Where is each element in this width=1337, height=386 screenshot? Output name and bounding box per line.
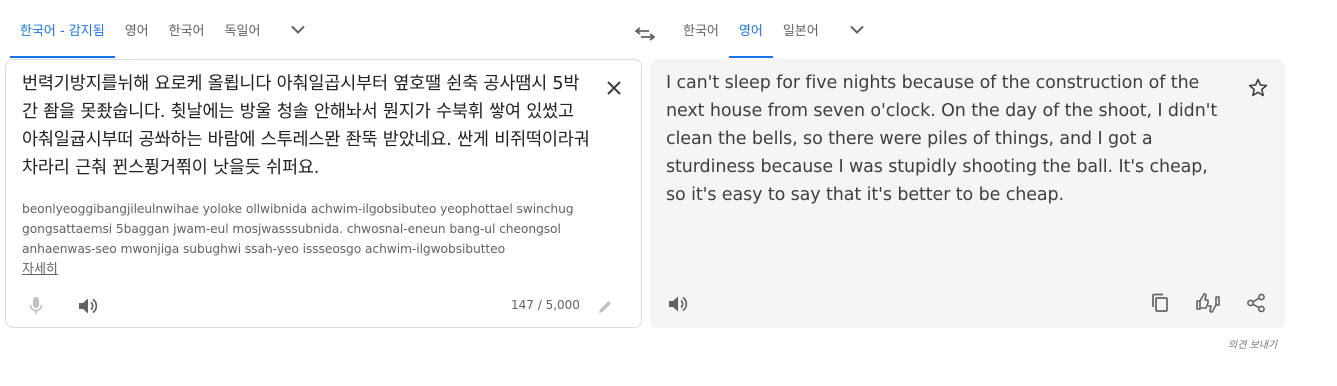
- swap-languages-button[interactable]: [629, 20, 661, 48]
- tab-korean-detected[interactable]: 한국어 - 감지됨: [10, 0, 115, 58]
- translation-panel: I can't sleep for five nights because of…: [650, 59, 1285, 328]
- save-translation-button[interactable]: [1244, 73, 1272, 101]
- tab-german-source[interactable]: 독일어: [215, 0, 271, 58]
- tab-english-source[interactable]: 영어: [115, 0, 159, 58]
- source-text-input[interactable]: 번력기방지를뉘해 요로케 올룁니다 아춰일곱시부터 옆호땔 쉰축 공사땜시 5박…: [22, 70, 592, 182]
- target-language-more-button[interactable]: [837, 0, 877, 58]
- source-toolbar: [22, 292, 102, 320]
- rate-icon: [1196, 293, 1220, 313]
- mic-button[interactable]: [22, 292, 50, 320]
- source-listen-button[interactable]: [74, 292, 102, 320]
- tab-korean-source[interactable]: 한국어: [159, 0, 215, 58]
- copy-translation-button[interactable]: [1146, 289, 1174, 317]
- character-count: 147 / 5,000: [511, 298, 580, 312]
- speaker-icon: [669, 296, 688, 312]
- share-icon: [1247, 293, 1265, 313]
- translation-output: I can't sleep for five nights because of…: [666, 73, 1218, 205]
- more-link[interactable]: 자세히: [22, 258, 58, 277]
- chevron-down-icon: [291, 25, 306, 34]
- tab-japanese-target[interactable]: 일본어: [773, 0, 829, 58]
- chevron-down-icon: [849, 25, 864, 34]
- translation-toolbar: [1146, 289, 1270, 317]
- tab-korean-target[interactable]: 한국어: [673, 0, 729, 58]
- source-language-tabs: 한국어 - 감지됨 영어 한국어 독일어: [10, 0, 318, 58]
- rate-translation-button[interactable]: [1194, 289, 1222, 317]
- tab-english-target[interactable]: 영어: [728, 0, 773, 58]
- clear-source-button[interactable]: [600, 74, 628, 102]
- source-text-panel: 번력기방지를뉘해 요로케 올룁니다 아춰일곱시부터 옆호땔 쉰축 공사땜시 5박…: [5, 59, 642, 328]
- source-language-more-button[interactable]: [278, 0, 318, 58]
- share-translation-button[interactable]: [1242, 289, 1270, 317]
- source-transliteration: beonlyeoggibangjileulnwihae yoloke ollwi…: [22, 202, 574, 256]
- pencil-icon: [599, 301, 611, 313]
- translation-listen-button[interactable]: [664, 290, 692, 318]
- send-feedback-link[interactable]: 의견 보내기: [1228, 336, 1277, 351]
- target-language-tabs: 한국어 영어 일본어: [673, 0, 877, 58]
- speaker-icon: [79, 298, 98, 314]
- close-icon: [607, 81, 621, 95]
- copy-icon: [1152, 293, 1168, 312]
- swap-icon: [635, 27, 655, 41]
- handwriting-button[interactable]: [594, 296, 616, 318]
- star-icon: [1248, 78, 1268, 96]
- mic-icon: [29, 297, 43, 314]
